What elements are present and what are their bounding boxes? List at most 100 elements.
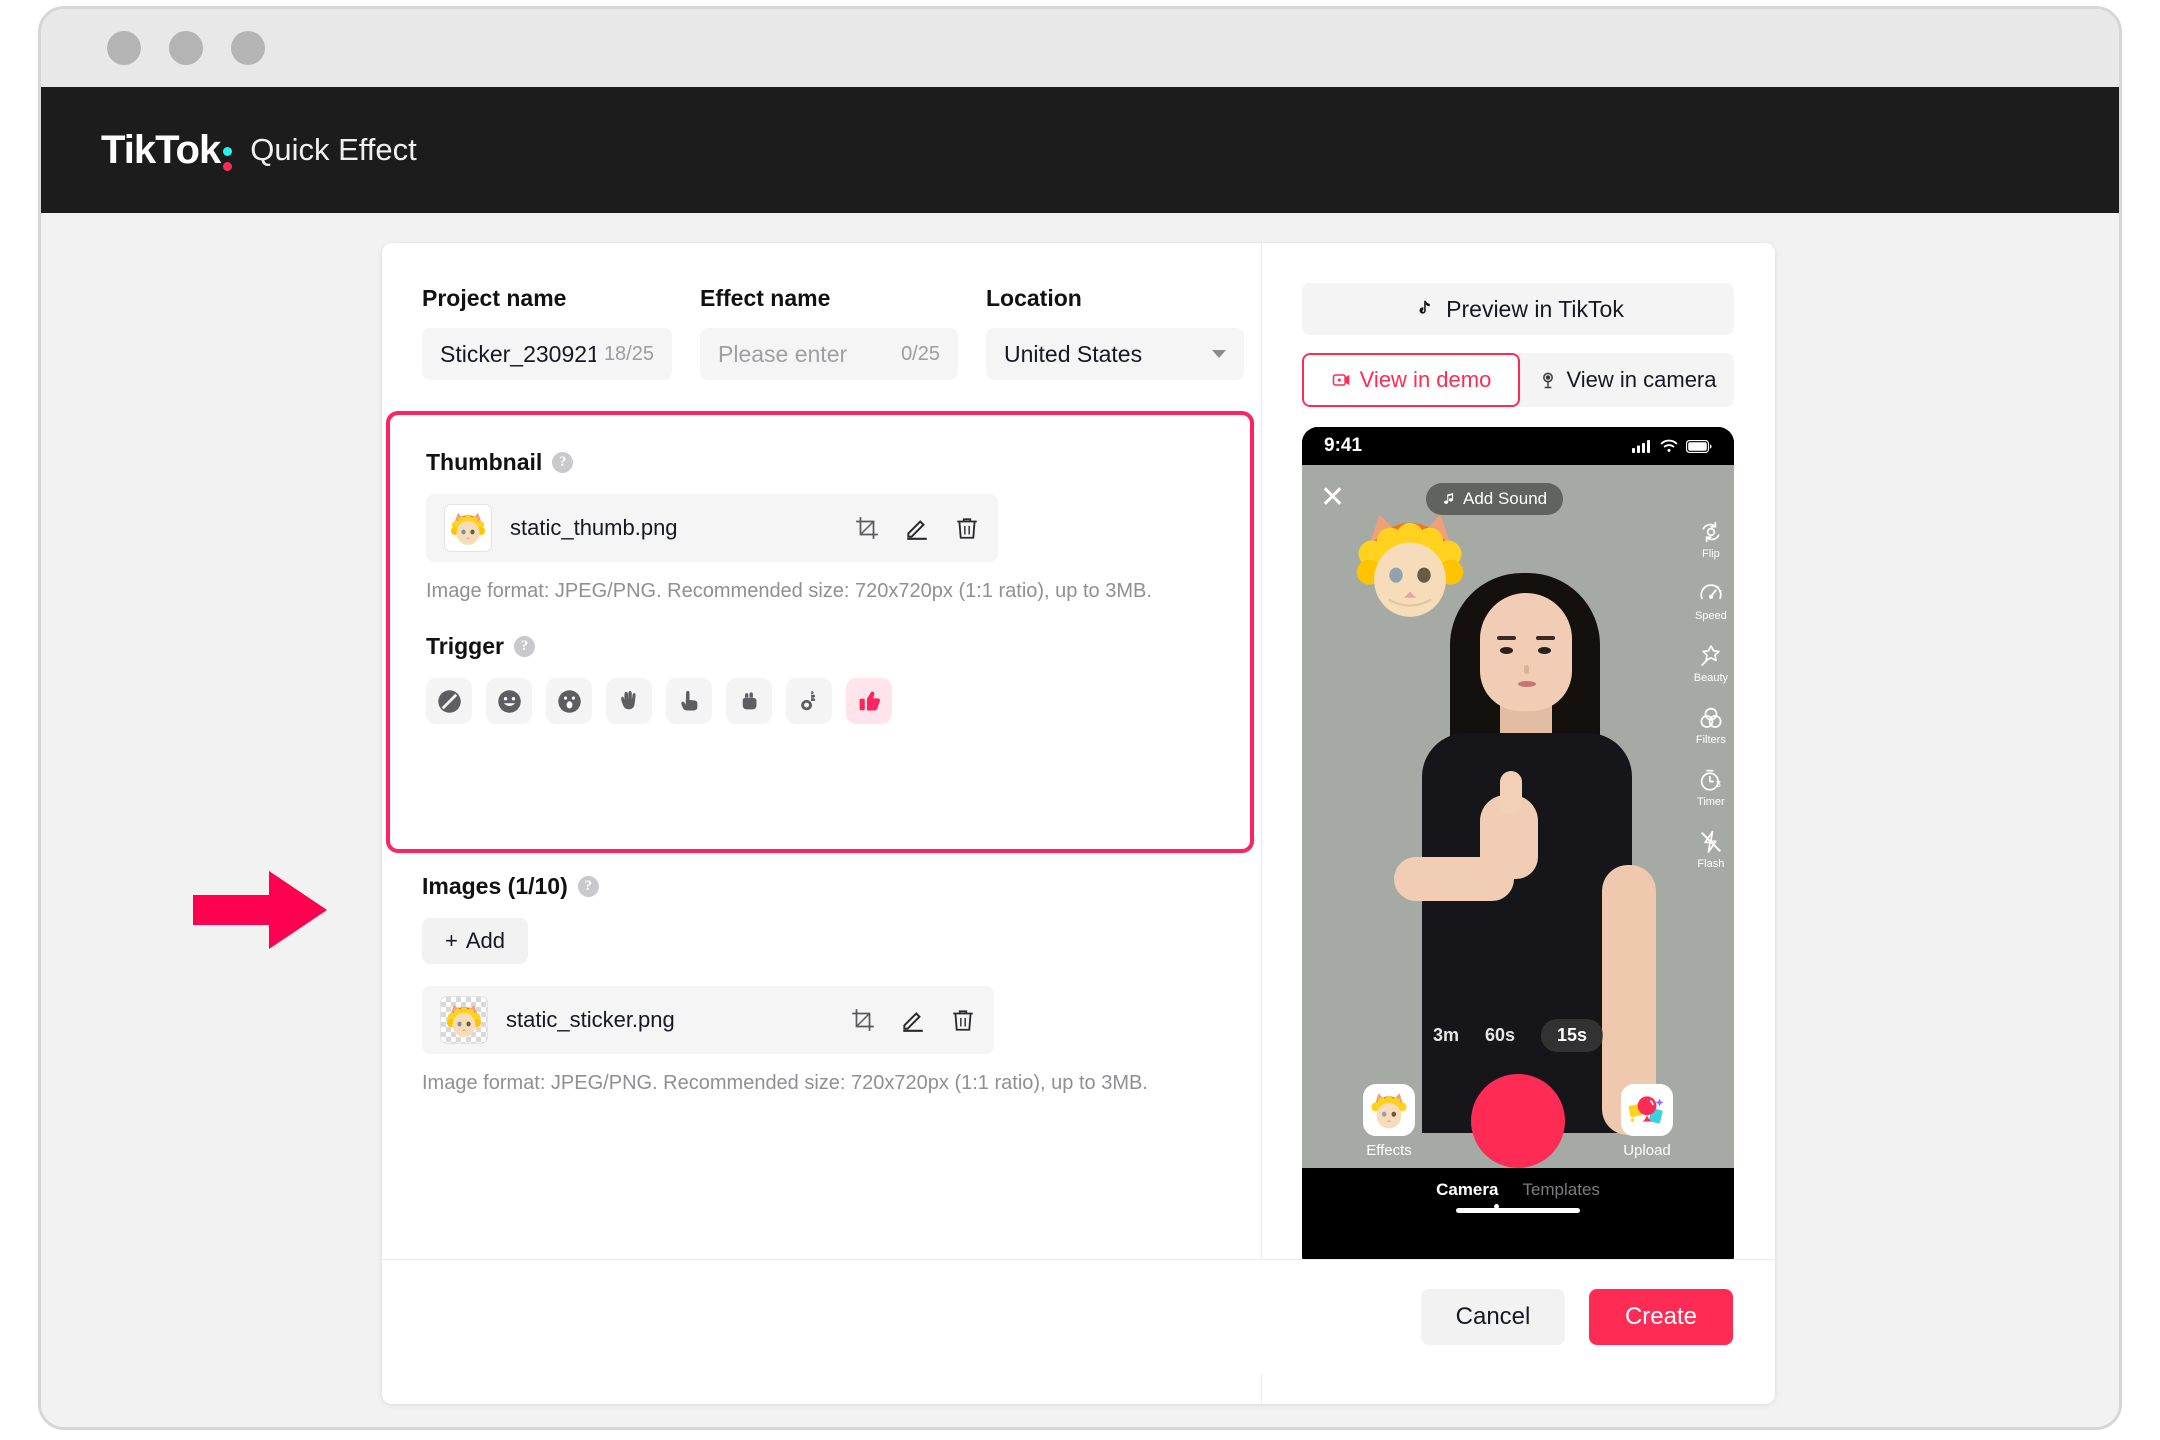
duration-option-60s[interactable]: 60s	[1485, 1025, 1515, 1046]
project-name-field: Project name Sticker_2309211163 18/25	[422, 285, 672, 380]
highlighted-media-section: Thumbnail ? static_thumb.png Image forma…	[386, 411, 1254, 853]
upload-button[interactable]: Upload	[1621, 1083, 1673, 1159]
speed-icon	[1700, 584, 1722, 600]
delete-icon[interactable]	[950, 1007, 976, 1033]
subject-thumb	[1500, 771, 1522, 815]
battery-icon	[1686, 439, 1712, 453]
window-minimize-dot[interactable]	[169, 31, 203, 65]
effects-button[interactable]: Effects	[1363, 1083, 1415, 1159]
camera-tool-rail: Flip Speed Beauty Filters 3 Timer Flash	[1694, 519, 1728, 870]
create-button[interactable]: Create	[1589, 1289, 1733, 1345]
filters-icon	[1700, 707, 1722, 728]
trigger-options	[426, 678, 1214, 724]
trigger-option-smile[interactable]	[486, 678, 532, 724]
help-icon[interactable]: ?	[513, 636, 535, 657]
window-maximize-dot[interactable]	[231, 31, 265, 65]
tool-timer[interactable]: 3 Timer	[1697, 767, 1725, 808]
project-name-input[interactable]: Sticker_2309211163 18/25	[422, 328, 672, 380]
image-file-name: static_sticker.png	[506, 1007, 675, 1032]
crop-icon[interactable]	[854, 515, 880, 541]
tool-flip-label: Flip	[1702, 548, 1720, 560]
cancel-button[interactable]: Cancel	[1421, 1289, 1565, 1345]
thumbnail-file-name: static_thumb.png	[510, 515, 678, 540]
tool-flash-label: Flash	[1697, 858, 1725, 870]
tool-flash[interactable]: Flash	[1697, 829, 1724, 870]
trigger-option-pointing-finger[interactable]	[666, 678, 712, 724]
project-name-counter: 18/25	[603, 342, 654, 365]
images-hint: Image format: JPEG/PNG. Recommended size…	[422, 1072, 1148, 1094]
add-sound-button[interactable]: Add Sound	[1426, 483, 1564, 515]
tool-flip[interactable]: Flip	[1698, 519, 1724, 560]
phone-bottom-nav: Camera Templates	[1302, 1168, 1734, 1220]
camera-pin-icon	[1542, 372, 1553, 389]
status-time: 9:41	[1324, 435, 1363, 456]
tool-filters-label: Filters	[1695, 734, 1726, 746]
preview-in-tiktok-button[interactable]: Preview in TikTok	[1302, 283, 1734, 335]
browser-window: TikTok Quick Effect Project name Sticker…	[38, 6, 2122, 1430]
help-icon[interactable]: ?	[577, 876, 599, 897]
trigger-option-none[interactable]	[426, 678, 472, 724]
trigger-option-thumbs-up[interactable]	[846, 678, 892, 724]
tool-speed[interactable]: Speed	[1695, 581, 1727, 622]
tool-speed-label: Speed	[1694, 610, 1727, 622]
trigger-option-open-mouth[interactable]	[546, 678, 592, 724]
record-button[interactable]	[1471, 1074, 1565, 1168]
help-icon[interactable]: ?	[552, 452, 574, 473]
segment-view-in-camera[interactable]: View in camera	[1520, 353, 1734, 407]
duration-option-3m[interactable]: 3m	[1433, 1025, 1459, 1046]
trigger-option-fist[interactable]	[726, 678, 772, 724]
location-value: United States	[1004, 340, 1143, 367]
effect-name-input[interactable]: Please enter 0/25	[700, 328, 958, 380]
window-titlebar	[41, 9, 2119, 87]
tool-beauty-label: Beauty	[1693, 672, 1728, 684]
phone-status-bar: 9:41	[1302, 427, 1734, 465]
tool-beauty[interactable]: Beauty	[1694, 643, 1728, 684]
chevron-down-icon	[1212, 350, 1226, 358]
add-image-button[interactable]: + Add	[422, 918, 528, 964]
window-close-dot[interactable]	[107, 31, 141, 65]
segment-view-in-demo-label: View in demo	[1359, 367, 1492, 392]
flash-icon	[1700, 830, 1721, 854]
close-icon[interactable]: ✕	[1320, 483, 1345, 513]
location-select[interactable]: United States	[986, 328, 1244, 380]
preview-column: Preview in TikTok View in demo View in c…	[1262, 243, 1774, 1404]
flip-icon	[1702, 521, 1720, 543]
edit-icon[interactable]	[904, 515, 930, 541]
tiktok-wordmark: TikTok	[101, 127, 221, 172]
thumbnail-file-actions	[854, 515, 980, 541]
trigger-option-open-palm[interactable]	[606, 678, 652, 724]
effect-name-label: Effect name	[700, 285, 831, 311]
edit-icon[interactable]	[900, 1007, 926, 1033]
duration-option-15s[interactable]: 15s	[1541, 1019, 1604, 1052]
delete-icon[interactable]	[954, 515, 980, 541]
images-section-label: Images (1/10) ?	[422, 873, 1222, 900]
add-image-label: Add	[465, 928, 505, 953]
upload-label: Upload	[1623, 1141, 1671, 1159]
tool-filters[interactable]: Filters	[1696, 705, 1726, 746]
music-note-icon	[1444, 493, 1454, 504]
thumbnail-hint: Image format: JPEG/PNG. Recommended size…	[426, 580, 1152, 602]
trigger-option-ok-sign[interactable]	[786, 678, 832, 724]
preview-in-tiktok-label: Preview in TikTok	[1446, 295, 1624, 322]
timer-icon: 3	[1700, 769, 1721, 791]
status-indicators	[1632, 439, 1712, 453]
annotation-arrow	[193, 871, 327, 949]
thumbnail-file-row: static_thumb.png	[426, 494, 998, 562]
beauty-icon	[1700, 645, 1720, 667]
subject-face	[1480, 593, 1572, 711]
nav-tab-camera[interactable]: Camera	[1436, 1180, 1498, 1200]
segment-view-in-demo[interactable]: View in demo	[1302, 353, 1520, 407]
camera-viewport: ✕ Add Sound Flip Speed Beauty Filters 3 …	[1302, 465, 1734, 1220]
images-section: Images (1/10) ? + Add static_sticker.png…	[422, 873, 1222, 1095]
images-label-text: Images (1/10)	[422, 873, 568, 899]
effect-name-placeholder: Please enter	[718, 340, 848, 367]
tiktok-logo: TikTok	[101, 128, 234, 173]
nav-tabs: Camera Templates	[1436, 1180, 1600, 1200]
nav-tab-templates[interactable]: Templates	[1522, 1180, 1599, 1200]
location-label: Location	[986, 285, 1082, 311]
thumbnail-label-text: Thumbnail	[426, 449, 543, 475]
preview-mode-segmented-control: View in demo View in camera	[1302, 353, 1734, 407]
crop-icon[interactable]	[850, 1007, 876, 1033]
form-column: Project name Sticker_2309211163 18/25 Ef…	[382, 243, 1262, 1404]
home-indicator	[1456, 1208, 1580, 1213]
